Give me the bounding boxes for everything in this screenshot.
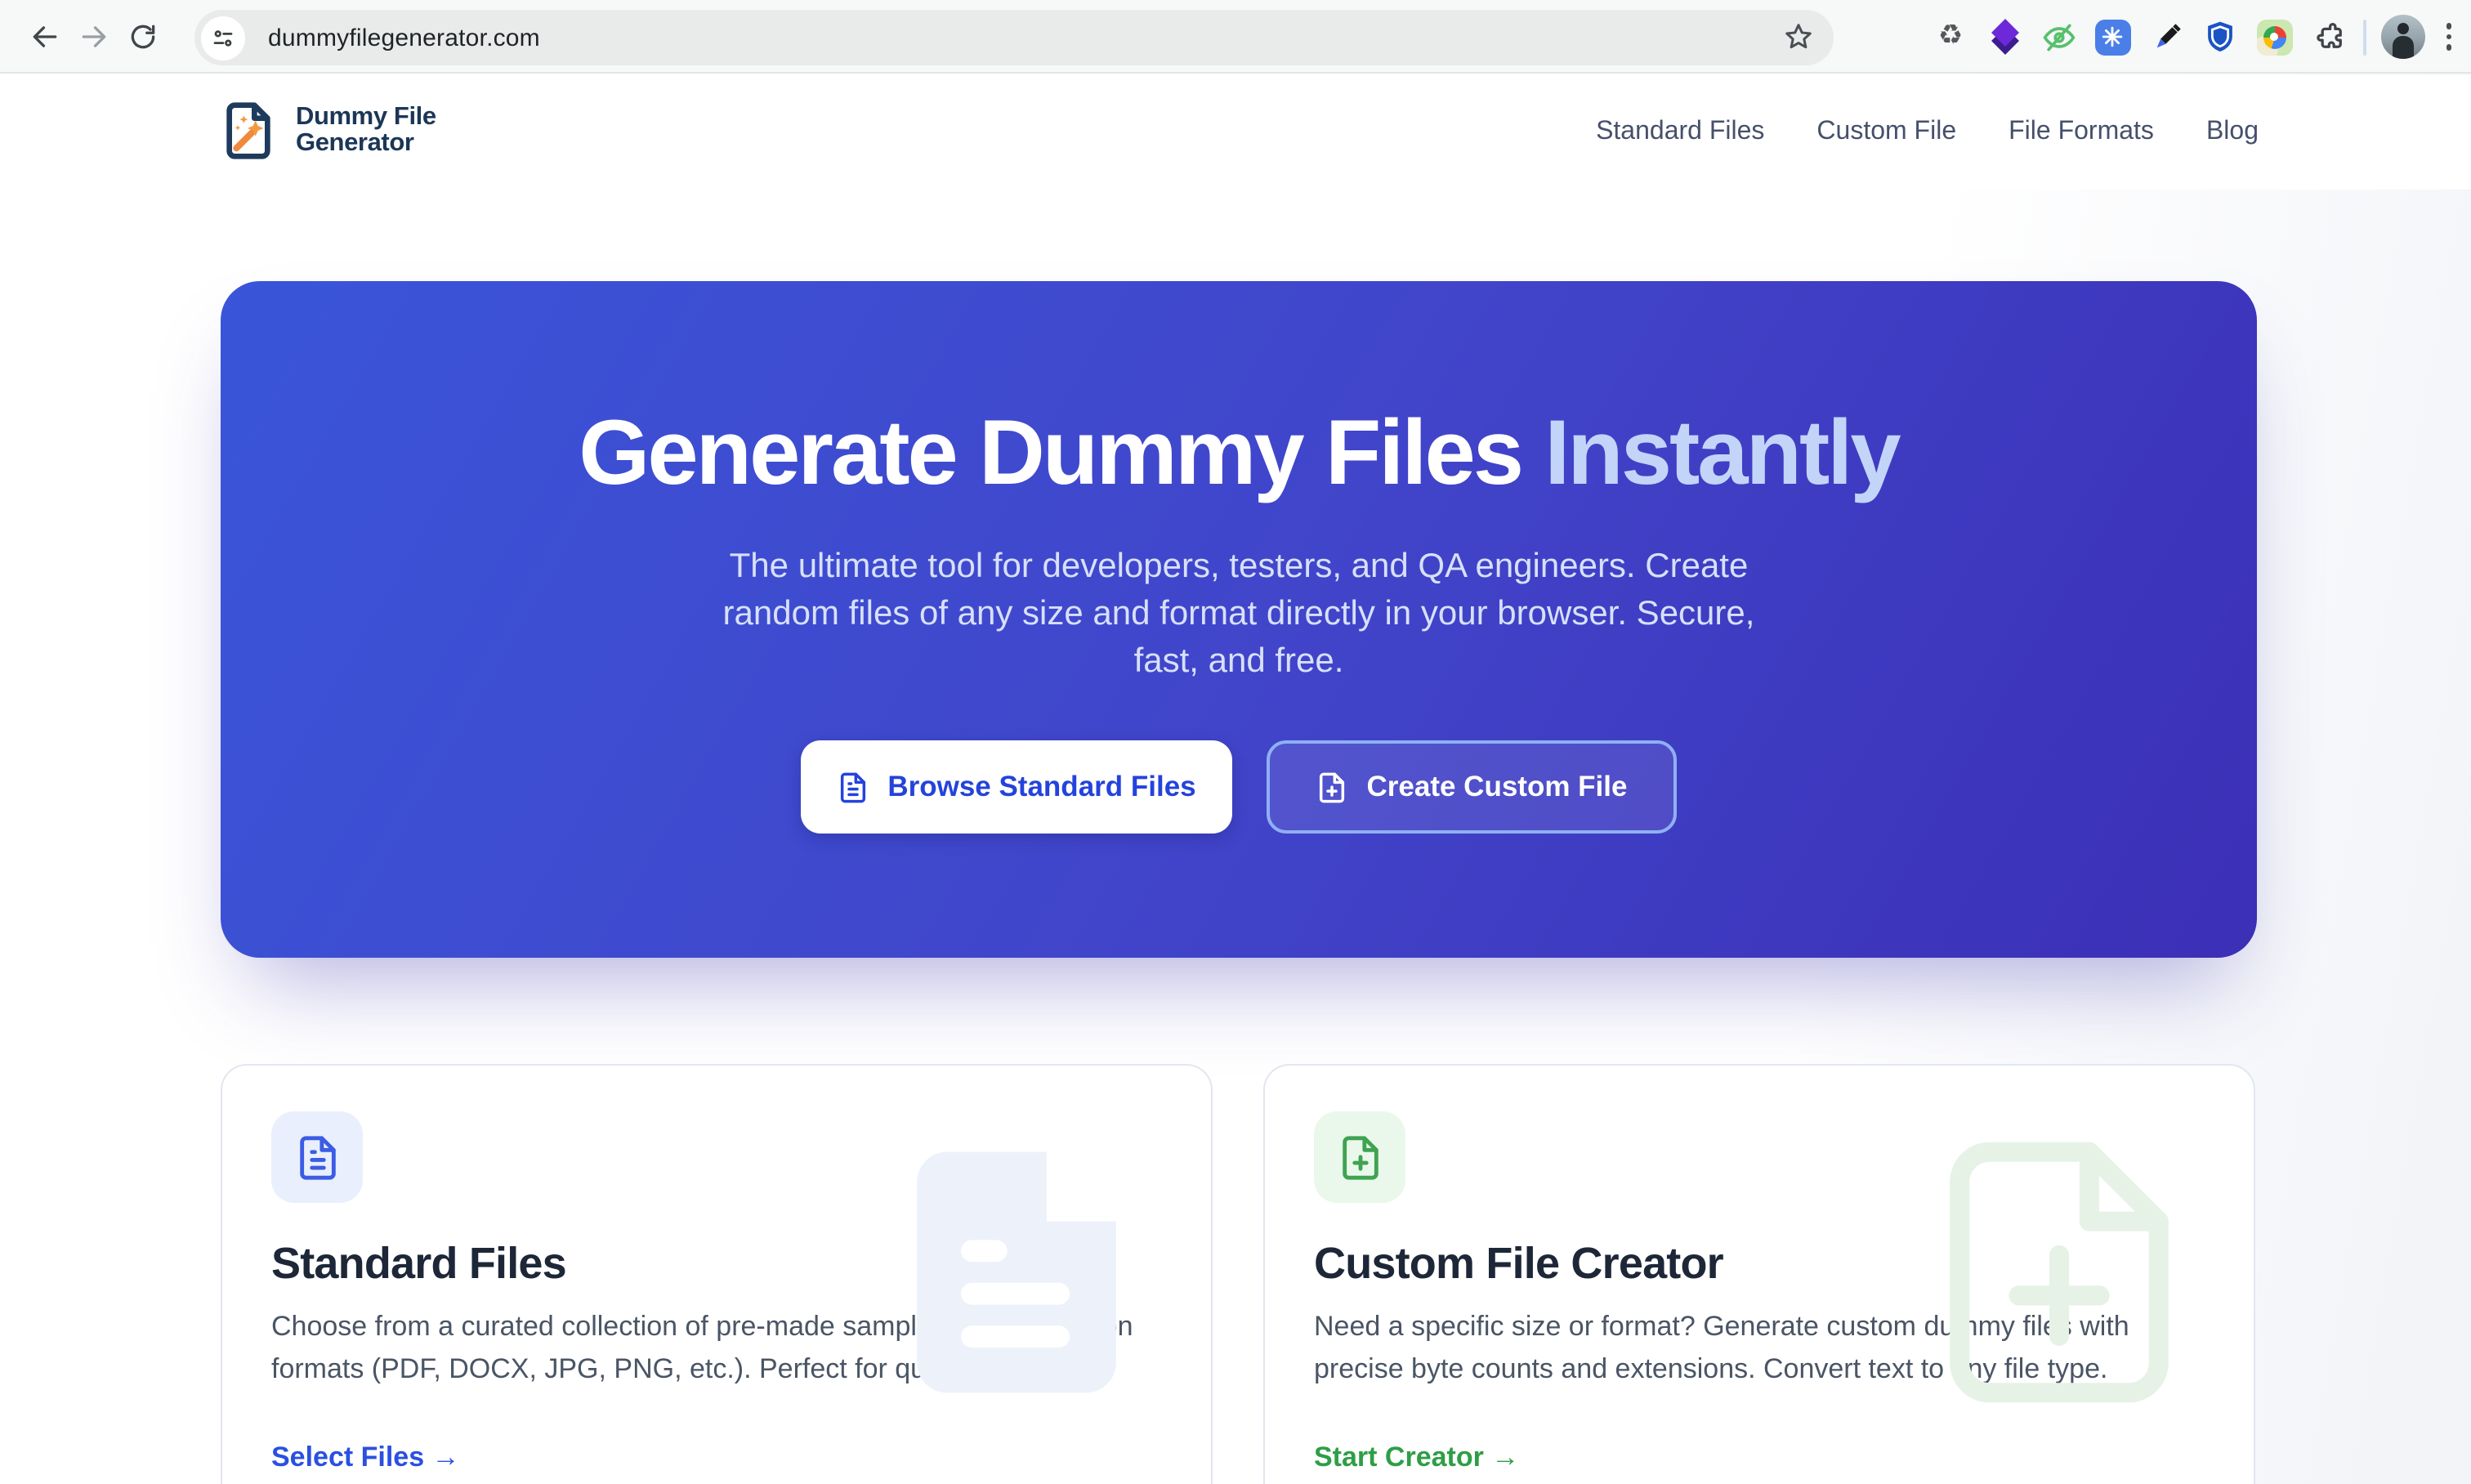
brand-logo-icon (216, 98, 281, 163)
brand-line1: Dummy File (296, 105, 436, 131)
site-header: Dummy File Generator Standard Files Cust… (0, 75, 2471, 190)
custom-file-creator-title: Custom File Creator (1314, 1239, 2205, 1290)
profile-avatar[interactable] (2380, 15, 2424, 59)
shield-extension-icon[interactable] (2201, 17, 2240, 56)
file-plus-icon (1316, 771, 1349, 803)
browser-toolbar: dummyfilegenerator.com ♻ (0, 0, 2471, 74)
url-text[interactable]: dummyfilegenerator.com (268, 24, 540, 51)
maps-extension-icon[interactable] (2254, 17, 2294, 56)
bookmark-button[interactable] (1783, 21, 1814, 60)
reload-icon (127, 20, 158, 51)
file-text-icon (293, 1133, 341, 1181)
browser-menu-button[interactable] (2439, 24, 2458, 51)
layers-extension-icon[interactable] (1985, 17, 2024, 56)
address-bar[interactable]: dummyfilegenerator.com (194, 10, 1834, 65)
custom-file-creator-description: Need a specific size or format? Generate… (1314, 1306, 2205, 1389)
brand-logo[interactable]: Dummy File Generator (216, 98, 436, 163)
hero-section: Generate Dummy Files Instantly The ultim… (221, 281, 2257, 958)
color-picker-extension-icon[interactable] (2147, 17, 2186, 56)
custom-file-icon-tile (1314, 1111, 1405, 1203)
browser-window: dummyfilegenerator.com ♻ (0, 0, 2471, 1484)
brand-line2: Generator (296, 131, 436, 157)
back-button[interactable] (20, 11, 69, 60)
hero-title-accent: Instantly (1544, 400, 1899, 503)
forward-button[interactable] (69, 11, 118, 60)
site-settings-icon (211, 25, 235, 50)
start-creator-link[interactable]: Start Creator → (1314, 1442, 1519, 1474)
standard-files-icon-tile (271, 1111, 363, 1203)
main-nav: Standard Files Custom File File Formats … (1596, 75, 2259, 190)
toolbar-separator (2362, 19, 2366, 55)
extensions-puzzle-icon[interactable] (2308, 17, 2348, 56)
browse-standard-files-button[interactable]: Browse Standard Files (801, 740, 1232, 834)
feature-cards: Standard Files Choose from a curated col… (221, 1064, 2257, 1484)
standard-files-card: Standard Files Choose from a curated col… (221, 1064, 1213, 1484)
file-plus-icon (1336, 1133, 1383, 1181)
forward-icon (78, 20, 109, 51)
nav-blog[interactable]: Blog (2206, 118, 2259, 147)
snowflake-extension-icon[interactable] (2093, 17, 2132, 56)
standard-files-description: Choose from a curated collection of pre-… (271, 1306, 1162, 1389)
select-files-link[interactable]: Select Files → (271, 1442, 460, 1474)
nav-standard-files[interactable]: Standard Files (1596, 118, 1764, 147)
bookmark-star-icon (1783, 21, 1814, 52)
recycle-extension-icon[interactable]: ♻ (1931, 17, 1970, 56)
back-icon (29, 20, 60, 51)
nav-custom-file[interactable]: Custom File (1816, 118, 1956, 147)
create-custom-file-button[interactable]: Create Custom File (1267, 740, 1677, 834)
hero-buttons: Browse Standard Files Create Custom File (221, 740, 2257, 834)
custom-file-creator-card: Custom File Creator Need a specific size… (1263, 1064, 2255, 1484)
privacy-eye-extension-icon[interactable] (2039, 17, 2078, 56)
standard-files-title: Standard Files (271, 1239, 1162, 1290)
site-settings-button[interactable] (201, 16, 245, 60)
extensions-row: ♻ (1931, 0, 2458, 74)
hero-subtitle: The ultimate tool for developers, tester… (698, 543, 1780, 685)
file-text-icon (837, 771, 869, 803)
hero-title: Generate Dummy Files Instantly (221, 402, 2257, 503)
reload-button[interactable] (118, 11, 167, 60)
nav-file-formats[interactable]: File Formats (2009, 118, 2154, 147)
